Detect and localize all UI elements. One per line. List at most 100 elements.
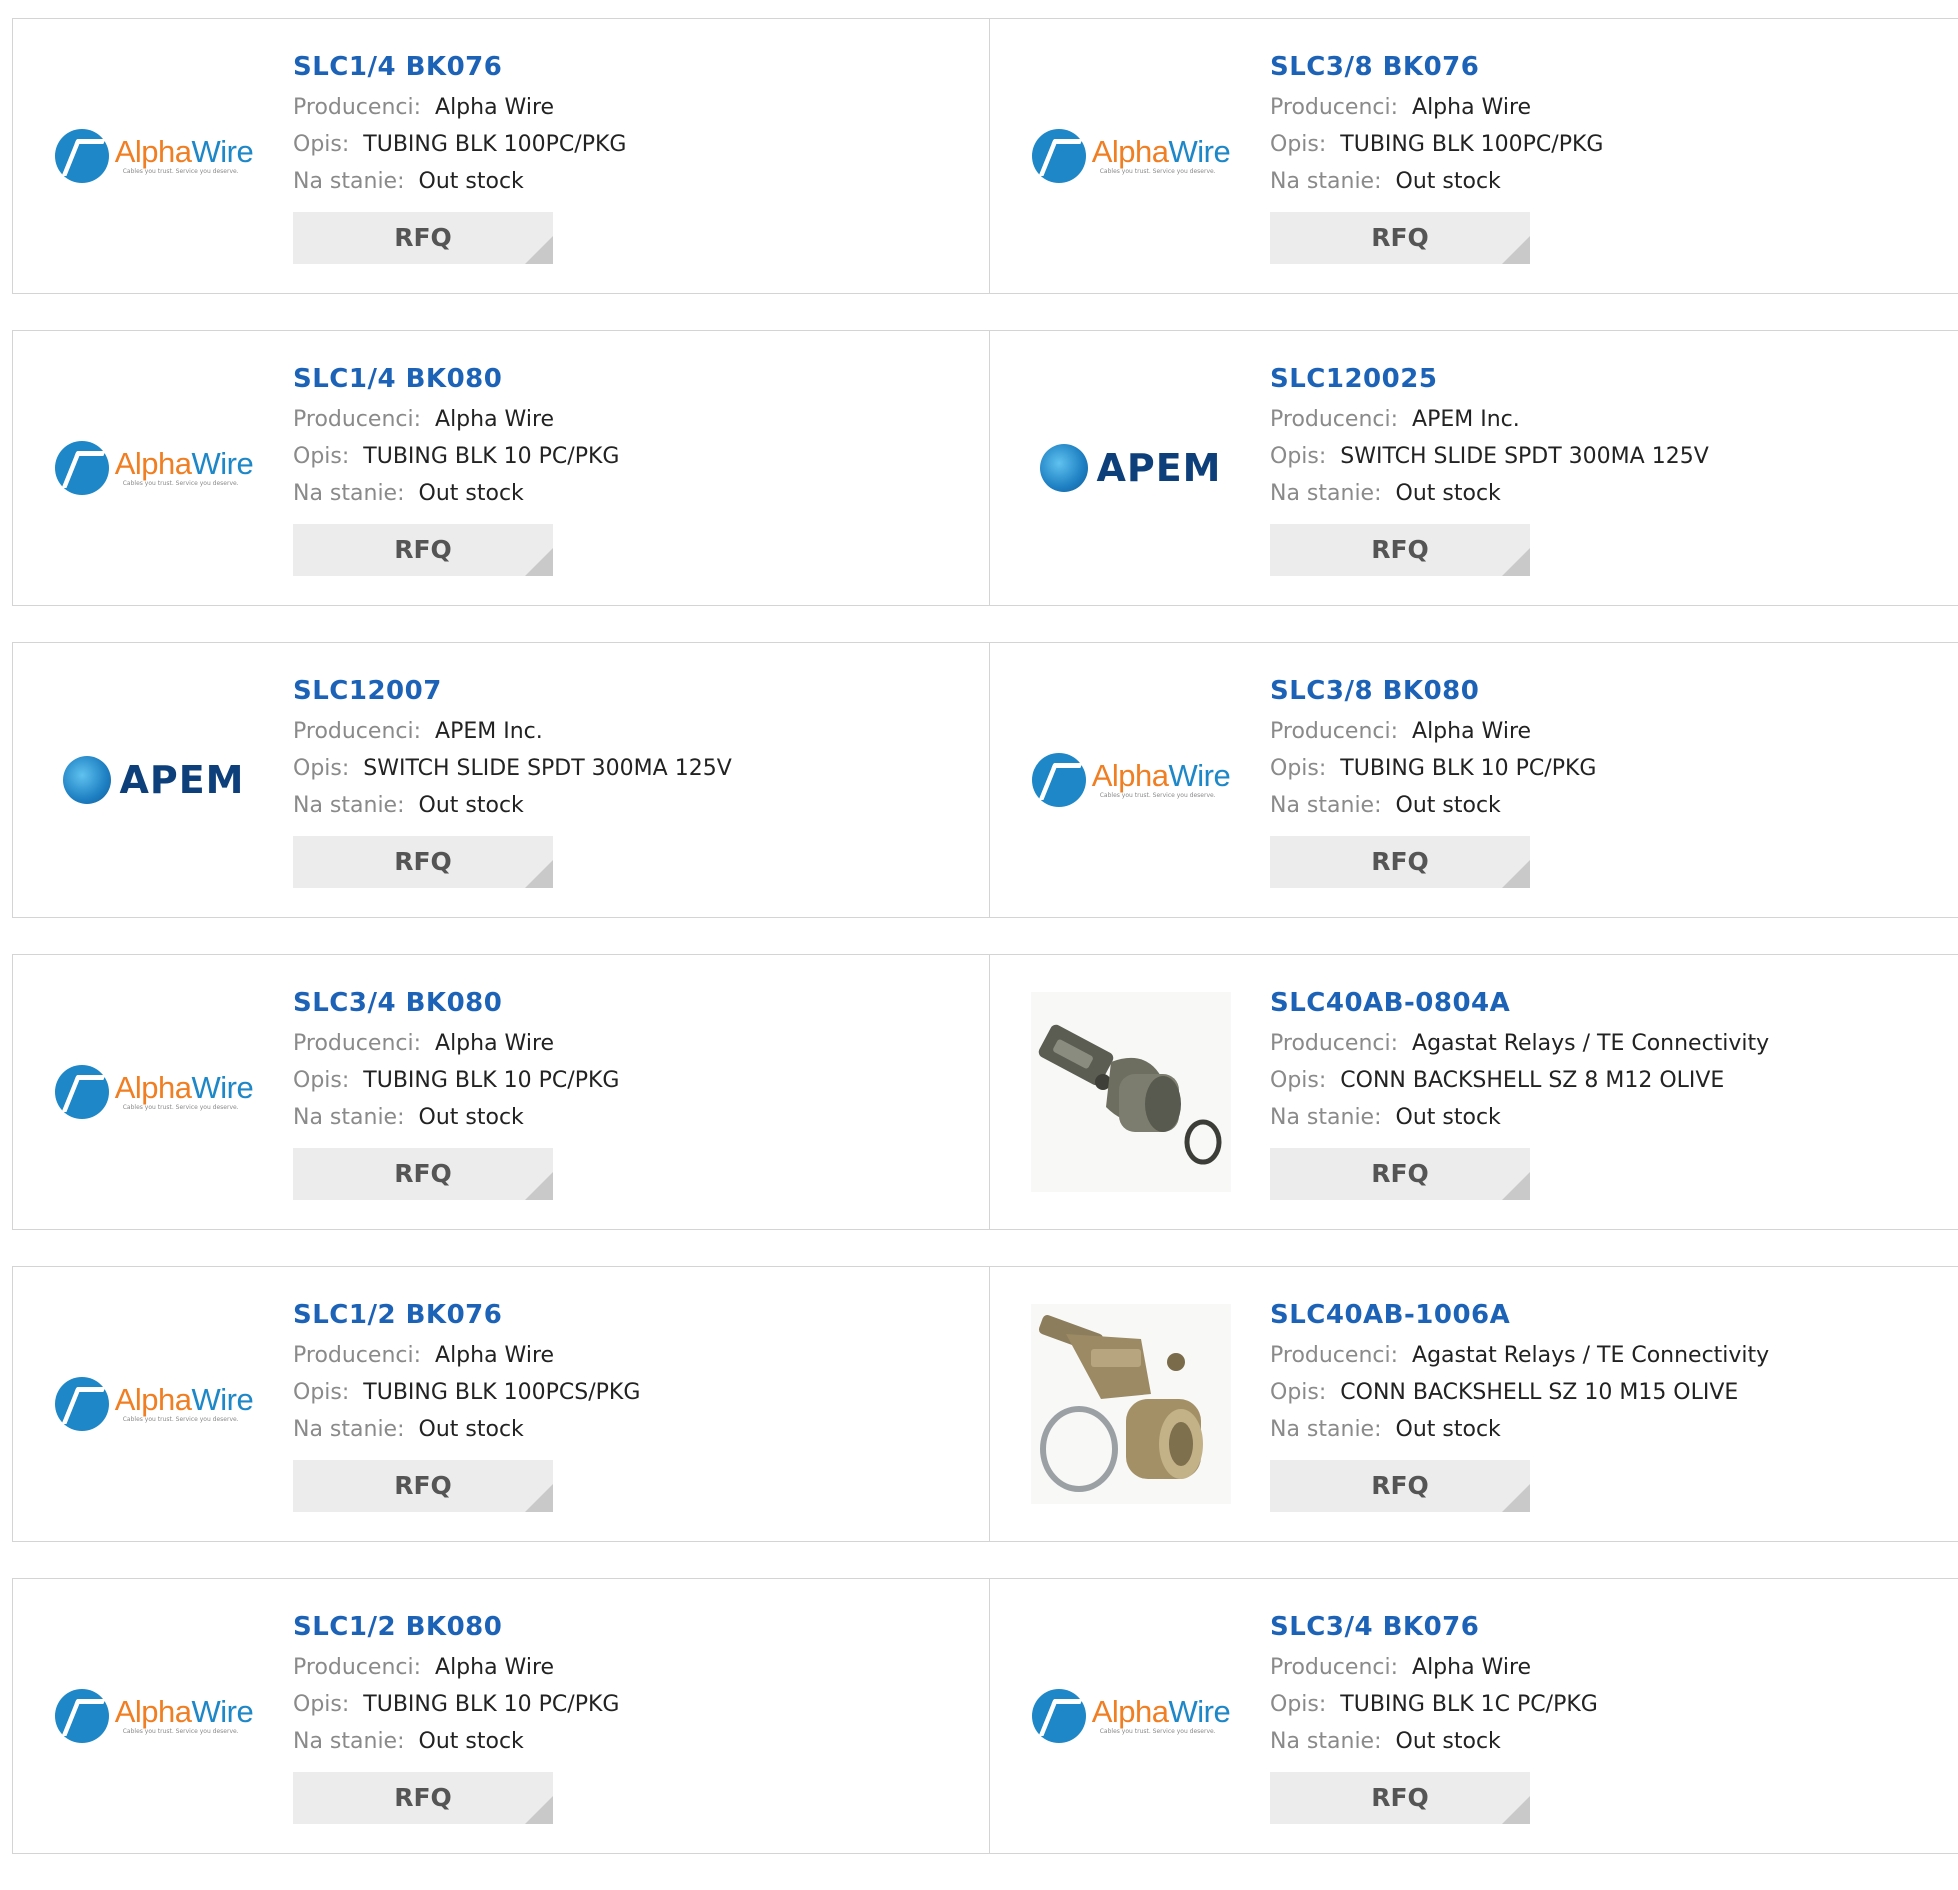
apem-logo: APEM [63, 756, 244, 804]
stock-value: Out stock [1395, 793, 1501, 818]
rfq-button[interactable]: RFQ [1270, 1772, 1530, 1824]
product-title-link[interactable]: SLC12007 [293, 673, 732, 713]
manufacturer-line: Producenci: Alpha Wire [293, 1025, 619, 1062]
product-info: SLC3/4 BK076 Producenci: Alpha Wire Opis:… [1270, 1609, 1598, 1824]
rfq-button[interactable]: RFQ [293, 212, 553, 264]
product-image[interactable]: AlphaWire Cables you trust. Service you … [1028, 643, 1234, 917]
alphawire-mark-icon [54, 1065, 109, 1119]
description-label: Opis: [293, 1692, 350, 1717]
manufacturer-value: Alpha Wire [435, 1655, 555, 1680]
corner-triangle-icon [525, 236, 553, 264]
description-line: Opis: TUBING BLK 100PC/PKG [293, 126, 626, 163]
rfq-button[interactable]: RFQ [1270, 1460, 1530, 1512]
logo-text-wire: Wire [191, 446, 254, 481]
product-title-link[interactable]: SLC1/4 BK080 [293, 361, 619, 401]
product-card: AlphaWire Cables you trust. Service you … [12, 330, 990, 606]
logo-text-wire: Wire [1168, 758, 1231, 793]
manufacturer-label: Producenci: [293, 1031, 422, 1056]
rfq-button[interactable]: RFQ [293, 524, 553, 576]
stock-label: Na stanie: [1270, 169, 1382, 194]
product-image[interactable] [1028, 1267, 1234, 1541]
rfq-label: RFQ [1371, 1159, 1429, 1188]
rfq-button[interactable]: RFQ [1270, 836, 1530, 888]
corner-triangle-icon [1502, 860, 1530, 888]
stock-line: Na stanie: Out stock [293, 1411, 640, 1448]
manufacturer-line: Producenci: Agastat Relays / TE Connectiv… [1270, 1025, 1769, 1062]
rfq-button[interactable]: RFQ [293, 1148, 553, 1200]
product-row: AlphaWire Cables you trust. Service you … [12, 18, 1958, 294]
manufacturer-line: Producenci: Alpha Wire [293, 89, 626, 126]
rfq-label: RFQ [1371, 223, 1429, 252]
product-title-link[interactable]: SLC3/4 BK076 [1270, 1609, 1598, 1649]
product-image[interactable]: AlphaWire Cables you trust. Service you … [51, 955, 257, 1229]
rfq-button[interactable]: RFQ [293, 836, 553, 888]
product-title-link[interactable]: SLC40AB-1006A [1270, 1297, 1769, 1337]
description-value: TUBING BLK 100PC/PKG [363, 132, 627, 157]
description-value: CONN BACKSHELL SZ 10 M15 OLIVE [1340, 1380, 1739, 1405]
product-title-link[interactable]: SLC3/8 BK080 [1270, 673, 1596, 713]
description-label: Opis: [1270, 1068, 1327, 1093]
logo-text-apem: APEM [1096, 446, 1222, 490]
stock-label: Na stanie: [293, 1417, 405, 1442]
product-image[interactable]: AlphaWire Cables you trust. Service you … [51, 1579, 257, 1853]
description-value: CONN BACKSHELL SZ 8 M12 OLIVE [1340, 1068, 1725, 1093]
apem-globe-icon [1040, 444, 1089, 492]
product-image[interactable]: APEM [1028, 331, 1234, 605]
product-image[interactable]: APEM [51, 643, 257, 917]
alphawire-mark-icon [54, 1689, 109, 1743]
manufacturer-label: Producenci: [293, 95, 422, 120]
product-info: SLC3/8 BK076 Producenci: Alpha Wire Opis:… [1270, 49, 1603, 264]
description-label: Opis: [1270, 1380, 1327, 1405]
rfq-button[interactable]: RFQ [1270, 1148, 1530, 1200]
manufacturer-value: APEM Inc. [435, 719, 543, 744]
rfq-button[interactable]: RFQ [293, 1460, 553, 1512]
description-label: Opis: [1270, 444, 1327, 469]
stock-line: Na stanie: Out stock [293, 1723, 619, 1760]
product-image[interactable]: AlphaWire Cables you trust. Service you … [51, 19, 257, 293]
stock-value: Out stock [418, 1105, 524, 1130]
manufacturer-label: Producenci: [1270, 1343, 1399, 1368]
description-value: TUBING BLK 10 PC/PKG [1340, 756, 1597, 781]
rfq-button[interactable]: RFQ [1270, 212, 1530, 264]
product-image[interactable] [1028, 955, 1234, 1229]
product-title-link[interactable]: SLC3/4 BK080 [293, 985, 619, 1025]
corner-triangle-icon [525, 1172, 553, 1200]
stock-value: Out stock [1395, 1417, 1501, 1442]
logo-tagline: Cables you trust. Service you deserve. [122, 1104, 239, 1111]
logo-text-alpha: Alpha [114, 1694, 192, 1729]
product-card: AlphaWire Cables you trust. Service you … [12, 18, 990, 294]
product-image[interactable]: AlphaWire Cables you trust. Service you … [51, 1267, 257, 1541]
description-line: Opis: SWITCH SLIDE SPDT 300MA 125V [1270, 438, 1709, 475]
manufacturer-value: Alpha Wire [435, 1031, 555, 1056]
manufacturer-value: Alpha Wire [1412, 95, 1532, 120]
manufacturer-line: Producenci: Alpha Wire [293, 1337, 640, 1374]
product-title-link[interactable]: SLC40AB-0804A [1270, 985, 1769, 1025]
product-title-link[interactable]: SLC120025 [1270, 361, 1709, 401]
product-title-link[interactable]: SLC1/4 BK076 [293, 49, 626, 89]
manufacturer-label: Producenci: [1270, 407, 1399, 432]
stock-line: Na stanie: Out stock [1270, 163, 1603, 200]
backshell-photo-icon [1031, 1304, 1231, 1504]
product-image[interactable]: AlphaWire Cables you trust. Service you … [1028, 19, 1234, 293]
description-line: Opis: TUBING BLK 10 PC/PKG [293, 438, 619, 475]
product-title-link[interactable]: SLC3/8 BK076 [1270, 49, 1603, 89]
product-image[interactable]: AlphaWire Cables you trust. Service you … [51, 331, 257, 605]
manufacturer-label: Producenci: [293, 1343, 422, 1368]
stock-value: Out stock [418, 481, 524, 506]
alphawire-mark-icon [54, 441, 109, 495]
manufacturer-value: Alpha Wire [435, 1343, 555, 1368]
logo-tagline: Cables you trust. Service you deserve. [122, 1728, 239, 1735]
product-title-link[interactable]: SLC1/2 BK080 [293, 1609, 619, 1649]
corner-triangle-icon [525, 1484, 553, 1512]
corner-triangle-icon [525, 860, 553, 888]
stock-value: Out stock [418, 169, 524, 194]
description-label: Opis: [1270, 1692, 1327, 1717]
rfq-button[interactable]: RFQ [293, 1772, 553, 1824]
logo-text-alpha: Alpha [1091, 758, 1169, 793]
description-line: Opis: TUBING BLK 100PC/PKG [1270, 126, 1603, 163]
product-info: SLC1/4 BK076 Producenci: Alpha Wire Opis:… [293, 49, 626, 264]
product-image[interactable]: AlphaWire Cables you trust. Service you … [1028, 1579, 1234, 1853]
product-title-link[interactable]: SLC1/2 BK076 [293, 1297, 640, 1337]
manufacturer-value: APEM Inc. [1412, 407, 1520, 432]
rfq-button[interactable]: RFQ [1270, 524, 1530, 576]
